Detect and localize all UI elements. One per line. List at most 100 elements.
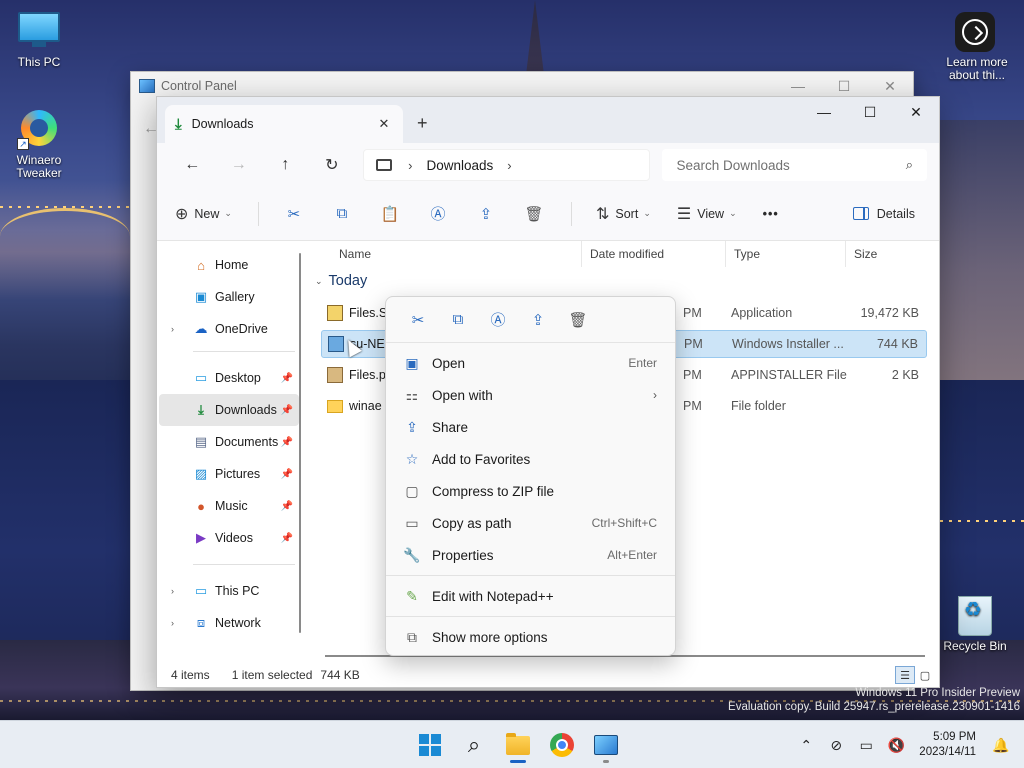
menu-item-share[interactable]: ⇪ Share [390,411,671,443]
menu-item-compress-zip[interactable]: ▢ Compress to ZIP file [390,475,671,507]
sidebar-item-music[interactable]: ● Music 📌 [159,490,299,522]
copy-icon[interactable]: ⧉ [438,311,478,328]
view-button[interactable]: ☰ View ⌄ [677,204,737,224]
notification-bell-icon[interactable]: 🔔 [986,737,1016,754]
maximize-button[interactable]: ☐ [821,78,867,95]
sidebar-item-label: Desktop [215,371,261,385]
sidebar-item-desktop[interactable]: ▭ Desktop 📌 [159,362,299,394]
minimize-button[interactable]: — [801,97,847,127]
paste-icon[interactable]: 📋 [379,203,401,225]
desktop-icon-learn-more[interactable]: Learn more about thi... [937,12,1013,82]
close-button[interactable]: ✕ [893,97,939,127]
menu-item-open[interactable]: ▣ Open Enter [390,347,671,379]
network-offline-icon[interactable]: ⊘ [821,737,851,754]
sidebar-item-home[interactable]: ⌂ Home [159,249,299,281]
column-header-name[interactable]: Name [331,241,581,267]
taskbar-control-panel[interactable] [584,727,628,763]
delete-icon[interactable]: 🗑 [558,311,598,329]
more-options-button[interactable]: ••• [763,207,779,221]
expand-chevron-icon[interactable]: › [171,324,174,334]
sidebar-item-documents[interactable]: ▤ Documents 📌 [159,426,299,458]
sidebar-item-label: Network [215,616,261,630]
expand-chevron-icon[interactable]: › [171,618,174,628]
context-menu[interactable]: ✂ ⧉ Ⓐ ⇪ 🗑 ▣ Open Enter ⚏ Open with › ⇪ S… [385,296,676,656]
menu-item-label: Properties [432,547,494,563]
address-bar[interactable]: › Downloads › [363,149,651,181]
share-icon[interactable]: ⇪ [475,203,497,225]
folder-icon [327,399,343,413]
sidebar-item-network[interactable]: › ⧈ Network [159,607,299,639]
sidebar-item-downloads[interactable]: ⤓ Downloads 📌 [159,394,299,426]
gallery-icon: ▣ [194,289,208,304]
menu-item-label: Open [432,355,466,371]
group-label: Today [328,273,368,289]
new-button[interactable]: ⊕ New ⌄ [175,204,232,224]
menu-item-copy-as-path[interactable]: ▭ Copy as path Ctrl+Shift+C [390,507,671,539]
column-header-size[interactable]: Size [845,241,927,267]
breadcrumb-downloads[interactable]: Downloads [426,158,493,173]
menu-item-add-to-favorites[interactable]: ☆ Add to Favorites [390,443,671,475]
close-button[interactable]: ✕ [867,78,913,95]
details-view-icon[interactable]: ☰ [895,666,915,684]
context-menu-quick-actions: ✂ ⧉ Ⓐ ⇪ 🗑 [386,297,675,343]
large-icons-view-icon[interactable]: ▢ [915,666,935,684]
search-input[interactable]: Search Downloads ⌕ [662,149,928,181]
back-button[interactable]: ← [169,156,216,174]
clock[interactable]: 5:09 PM 2023/14/11 [919,730,976,760]
details-label: Details [876,206,915,221]
home-icon: ⌂ [197,257,205,273]
sort-button[interactable]: ⇅ Sort ⌄ [596,204,651,224]
view-label: View [697,206,725,221]
cut-icon[interactable]: ✂ [283,203,305,225]
delete-icon[interactable]: 🗑 [523,203,545,225]
menu-item-show-more-options[interactable]: ⧉ Show more options [390,621,671,653]
chevron-right-icon[interactable]: › [408,158,412,173]
desktop-icon-label: This PC [17,55,61,69]
rename-icon[interactable]: Ⓐ [427,203,449,225]
search-button[interactable]: ⌕ [452,727,496,763]
minimize-button[interactable]: — [775,78,821,95]
sidebar-item-onedrive[interactable]: › ☁ OneDrive [159,313,299,345]
column-header-date[interactable]: Date modified [581,241,725,267]
taskbar-file-explorer[interactable] [496,727,540,763]
refresh-button[interactable]: ↻ [309,155,356,175]
desktop-icon-winaero-tweaker[interactable]: ↗ Winaero Tweaker [1,110,77,180]
sidebar-item-pictures[interactable]: ▨ Pictures 📌 [159,458,299,490]
nav-scrollbar[interactable] [299,253,301,633]
tab-close-button[interactable]: ✕ [375,116,393,132]
open-icon: ▣ [405,354,419,371]
cut-icon[interactable]: ✂ [398,311,438,329]
start-button[interactable] [408,727,452,763]
tab-downloads[interactable]: ⤓ Downloads ✕ [165,105,403,143]
group-header-today[interactable]: ⌄ Today [315,273,367,289]
column-header-type[interactable]: Type [725,241,845,267]
rename-icon[interactable]: Ⓐ [478,309,518,330]
sidebar-item-this-pc[interactable]: › ▭ This PC [159,575,299,607]
copy-icon[interactable]: ⧉ [331,203,353,225]
navigation-pane[interactable]: ⌂ Home ▣ Gallery › ☁ OneDrive ▭ Desktop … [157,241,305,663]
menu-item-properties[interactable]: 🔧 Properties Alt+Enter [390,539,671,571]
taskbar-chrome[interactable] [540,727,584,763]
desktop-icon-this-pc[interactable]: This PC [1,12,77,69]
windows-logo-icon [419,734,441,756]
expand-chevron-icon[interactable]: › [171,586,174,596]
menu-item-edit-notepad-plus-plus[interactable]: ✎ Edit with Notepad++ [390,580,671,612]
share-icon[interactable]: ⇪ [518,311,558,329]
sidebar-item-gallery[interactable]: ▣ Gallery [159,281,299,313]
details-pane-button[interactable]: Details [852,206,915,221]
new-tab-button[interactable]: + [417,113,428,134]
up-button[interactable]: ↑ [262,156,309,174]
menu-item-label: Copy as path [432,515,512,531]
chevron-up-icon[interactable]: ⌃ [791,737,821,754]
display-icon[interactable]: ▭ [851,737,881,754]
chevron-right-icon[interactable]: › [507,158,511,173]
volume-muted-icon[interactable]: 🔇 [881,737,911,754]
menu-item-open-with[interactable]: ⚏ Open with › [390,379,671,411]
selection-count: 1 item selected [231,668,313,682]
desktop-icon-recycle-bin[interactable]: Recycle Bin [937,596,1013,653]
sidebar-item-videos[interactable]: ▶ Videos 📌 [159,522,299,554]
view-icon: ☰ [676,205,692,223]
maximize-button[interactable]: ☐ [847,97,893,127]
search-placeholder: Search Downloads [676,157,790,173]
forward-button[interactable]: → [216,156,263,174]
